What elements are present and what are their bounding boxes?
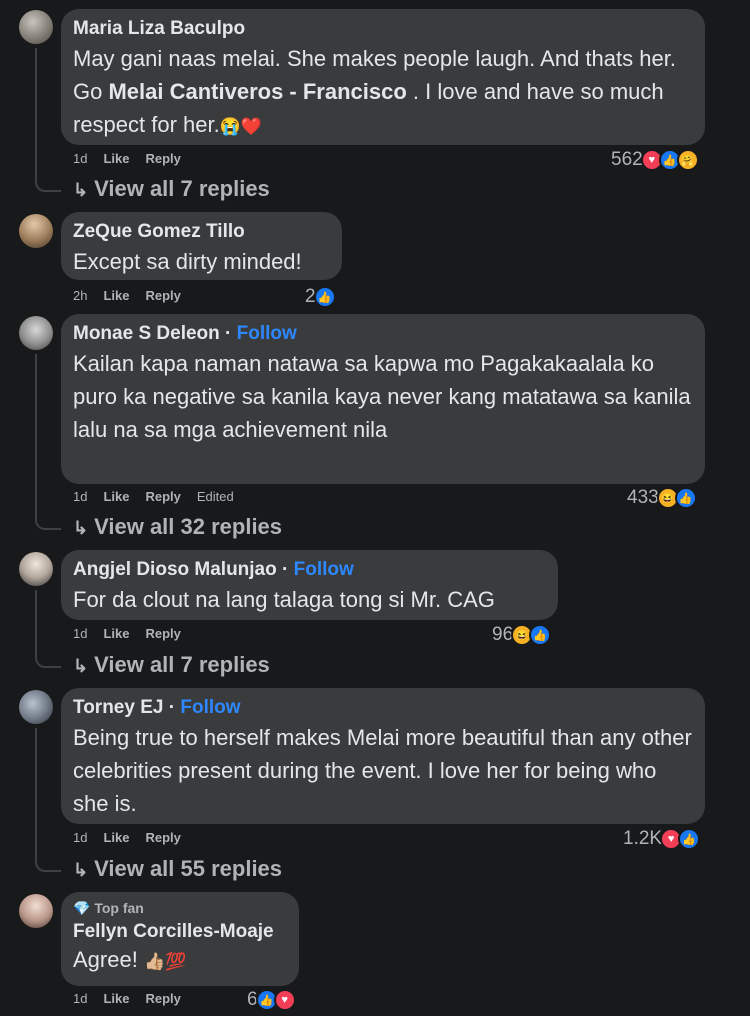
commenter-name[interactable]: Maria Liza Baculpo [73,18,693,40]
follow-button[interactable]: Follow [294,559,354,580]
reply-button[interactable]: Reply [145,288,180,303]
commenter-name[interactable]: ZeQue Gomez Tillo [73,221,330,243]
like-reaction-icon: 👍 [313,286,336,308]
like-button[interactable]: Like [103,288,129,303]
diamond-icon: 💎 [73,900,91,916]
reply-button[interactable]: Reply [145,830,180,845]
reaction-count: 433 [627,487,659,508]
reply-button[interactable]: Reply [145,489,180,504]
reaction-count: 1.2K [623,828,663,849]
commenter-name[interactable]: Angjel Dioso Malunjao [73,559,277,580]
avatar[interactable] [19,316,53,350]
reply-button[interactable]: Reply [145,151,180,166]
comment-actions: 1d Like Reply [73,151,181,166]
love-reaction-icon: ♥ [273,989,296,1011]
comment-bubble: Torney EJ · Follow Being true to herself… [61,688,705,824]
view-replies-link[interactable]: ↳ View all 7 replies [73,652,270,678]
like-reaction-icon: 👍 [529,624,552,646]
reaction-count: 96 [492,624,514,645]
reply-button[interactable]: Reply [145,991,180,1006]
reply-arrow-icon: ↳ [73,860,89,880]
comment-text: Kailan kapa naman natawa sa kapwa mo Pag… [73,351,691,442]
view-replies-link[interactable]: ↳ View all 7 replies [73,176,270,202]
like-button[interactable]: Like [103,991,129,1006]
reply-thread-line [35,354,61,530]
follow-button[interactable]: Follow [180,697,240,718]
avatar[interactable] [19,894,53,928]
comment-text: Except sa dirty minded! [73,249,302,274]
top-fan-badge: 💎 Top fan [73,900,144,916]
emoji: 👍🏼💯 [143,952,187,971]
timestamp[interactable]: 1d [73,151,87,166]
avatar[interactable] [19,690,53,724]
comment-bubble: ZeQue Gomez Tillo Except sa dirty minded… [61,212,342,280]
reaction-count: 562 [611,149,643,170]
reaction-summary[interactable]: 96 😆 👍 [492,624,552,646]
comment-actions: 2h Like Reply [73,288,181,303]
reaction-summary[interactable]: 6 👍 ♥ [247,989,296,1011]
reply-thread-line [35,728,61,872]
like-button[interactable]: Like [103,830,129,845]
reaction-summary[interactable]: 433 😆 👍 [627,487,697,509]
comment-bubble: Angjel Dioso Malunjao · Follow For da cl… [61,550,558,620]
like-button[interactable]: Like [103,151,129,166]
reply-arrow-icon: ↳ [73,518,89,538]
comment-text: For da clout na lang talaga tong si Mr. … [73,587,495,612]
reaction-summary[interactable]: 562 ♥ 👍 🤗 [611,149,699,171]
mention-link[interactable]: Melai Cantiveros - Francisco [108,79,406,104]
care-reaction-icon: 🤗 [676,149,699,171]
commenter-name[interactable]: Torney EJ [73,697,163,718]
comment-bubble: 💎 Top fan Fellyn Corcilles-Moaje Agree! … [61,892,299,986]
timestamp[interactable]: 1d [73,489,87,504]
follow-button[interactable]: Follow [237,323,297,344]
comment-bubble: Monae S Deleon · Follow Kailan kapa nama… [61,314,705,484]
edited-label: Edited [196,489,234,504]
timestamp[interactable]: 2h [73,288,87,303]
timestamp[interactable]: 1d [73,991,87,1006]
reply-thread-line [35,48,61,192]
timestamp[interactable]: 1d [73,830,87,845]
avatar[interactable] [19,552,53,586]
comment-text: May gani naas melai. She makes people la… [73,46,676,137]
comment-text: Agree! 👍🏼💯 [73,947,187,972]
reply-arrow-icon: ↳ [73,180,89,200]
view-replies-link[interactable]: ↳ View all 55 replies [73,856,282,882]
like-button[interactable]: Like [103,489,129,504]
reply-arrow-icon: ↳ [73,656,89,676]
emoji: 😭❤️ [219,117,263,136]
view-replies-link[interactable]: ↳ View all 32 replies [73,514,282,540]
reaction-summary[interactable]: 1.2K ♥ 👍 [623,828,701,850]
timestamp[interactable]: 1d [73,626,87,641]
comment-text: Being true to herself makes Melai more b… [73,725,692,816]
like-reaction-icon: 👍 [674,487,697,509]
comment-actions: 1d Like Reply [73,626,181,641]
reaction-summary[interactable]: 2 👍 [305,286,336,308]
like-button[interactable]: Like [103,626,129,641]
comment-actions: 1d Like Reply [73,830,181,845]
reply-button[interactable]: Reply [145,626,180,641]
avatar[interactable] [19,10,53,44]
avatar[interactable] [19,214,53,248]
comment-actions: 1d Like Reply Edited [73,489,234,504]
like-reaction-icon: 👍 [678,828,701,850]
commenter-name[interactable]: Fellyn Corcilles-Moaje [73,921,287,943]
comment-bubble: Maria Liza Baculpo May gani naas melai. … [61,9,705,145]
reply-thread-line [35,590,61,668]
comment-actions: 1d Like Reply [73,991,181,1006]
commenter-name[interactable]: Monae S Deleon [73,323,220,344]
